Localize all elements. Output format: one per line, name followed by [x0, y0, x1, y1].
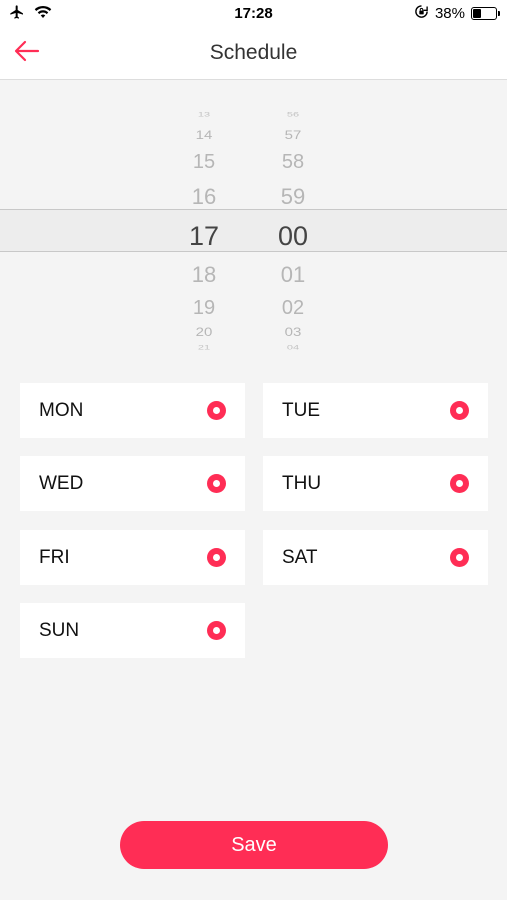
day-card-thu[interactable]: THU: [263, 456, 488, 511]
picker-value[interactable]: 03: [263, 326, 323, 338]
hour-wheel[interactable]: 13 14 15 16 17 18 19 20 21: [174, 80, 234, 360]
picker-selected-value[interactable]: 17: [174, 223, 234, 250]
picker-value[interactable]: 59: [263, 186, 323, 208]
page-title: Schedule: [209, 41, 298, 64]
picker-value[interactable]: 04: [263, 345, 323, 351]
radio-selected-icon[interactable]: [207, 401, 226, 420]
picker-selection-band: [0, 209, 507, 252]
picker-value[interactable]: 19: [174, 298, 234, 318]
picker-value[interactable]: 13: [174, 112, 234, 118]
battery-level: [473, 9, 482, 18]
radio-selected-icon[interactable]: [207, 474, 226, 493]
day-card-sat[interactable]: SAT: [263, 530, 488, 585]
day-card-mon[interactable]: MON: [20, 383, 245, 438]
radio-selected-icon[interactable]: [450, 548, 469, 567]
picker-value[interactable]: 02: [263, 298, 323, 318]
radio-selected-icon[interactable]: [450, 474, 469, 493]
battery-icon: [471, 7, 500, 20]
day-label: MON: [39, 400, 84, 421]
picker-value[interactable]: 14: [174, 130, 234, 142]
day-card-wed[interactable]: WED: [20, 456, 245, 511]
day-card-sun[interactable]: SUN: [20, 603, 245, 658]
radio-selected-icon[interactable]: [450, 401, 469, 420]
picker-selected-value[interactable]: 00: [263, 223, 323, 250]
day-card-tue[interactable]: TUE: [263, 383, 488, 438]
time-picker[interactable]: 13 14 15 16 17 18 19 20 21 56 57 58 59 00 01 02 03 04: [0, 80, 507, 360]
picker-value[interactable]: 56: [263, 112, 323, 118]
radio-selected-icon[interactable]: [207, 621, 226, 640]
battery-percent: 38%: [434, 5, 465, 22]
picker-value[interactable]: 57: [263, 130, 323, 142]
picker-value[interactable]: 58: [263, 152, 323, 172]
status-bar: 17:28 38%: [0, 0, 507, 28]
day-label: SUN: [39, 620, 80, 641]
save-button[interactable]: Save: [120, 821, 388, 869]
minute-wheel[interactable]: 56 57 58 59 00 01 02 03 04: [263, 80, 323, 360]
picker-value[interactable]: 18: [174, 264, 234, 286]
picker-value[interactable]: 16: [174, 186, 234, 208]
day-label: WED: [39, 473, 84, 494]
day-label: SAT: [282, 547, 318, 568]
nav-bar: Schedule: [0, 28, 507, 80]
day-label: FRI: [39, 547, 70, 568]
status-right: 38%: [414, 4, 500, 23]
picker-value[interactable]: 15: [174, 152, 234, 172]
day-card-fri[interactable]: FRI: [20, 530, 245, 585]
picker-value[interactable]: 21: [174, 345, 234, 351]
day-label: TUE: [282, 400, 320, 421]
radio-selected-icon[interactable]: [207, 548, 226, 567]
orientation-lock-icon: [414, 4, 429, 23]
picker-value[interactable]: 20: [174, 326, 234, 338]
picker-value[interactable]: 01: [263, 264, 323, 286]
day-label: THU: [282, 473, 322, 494]
